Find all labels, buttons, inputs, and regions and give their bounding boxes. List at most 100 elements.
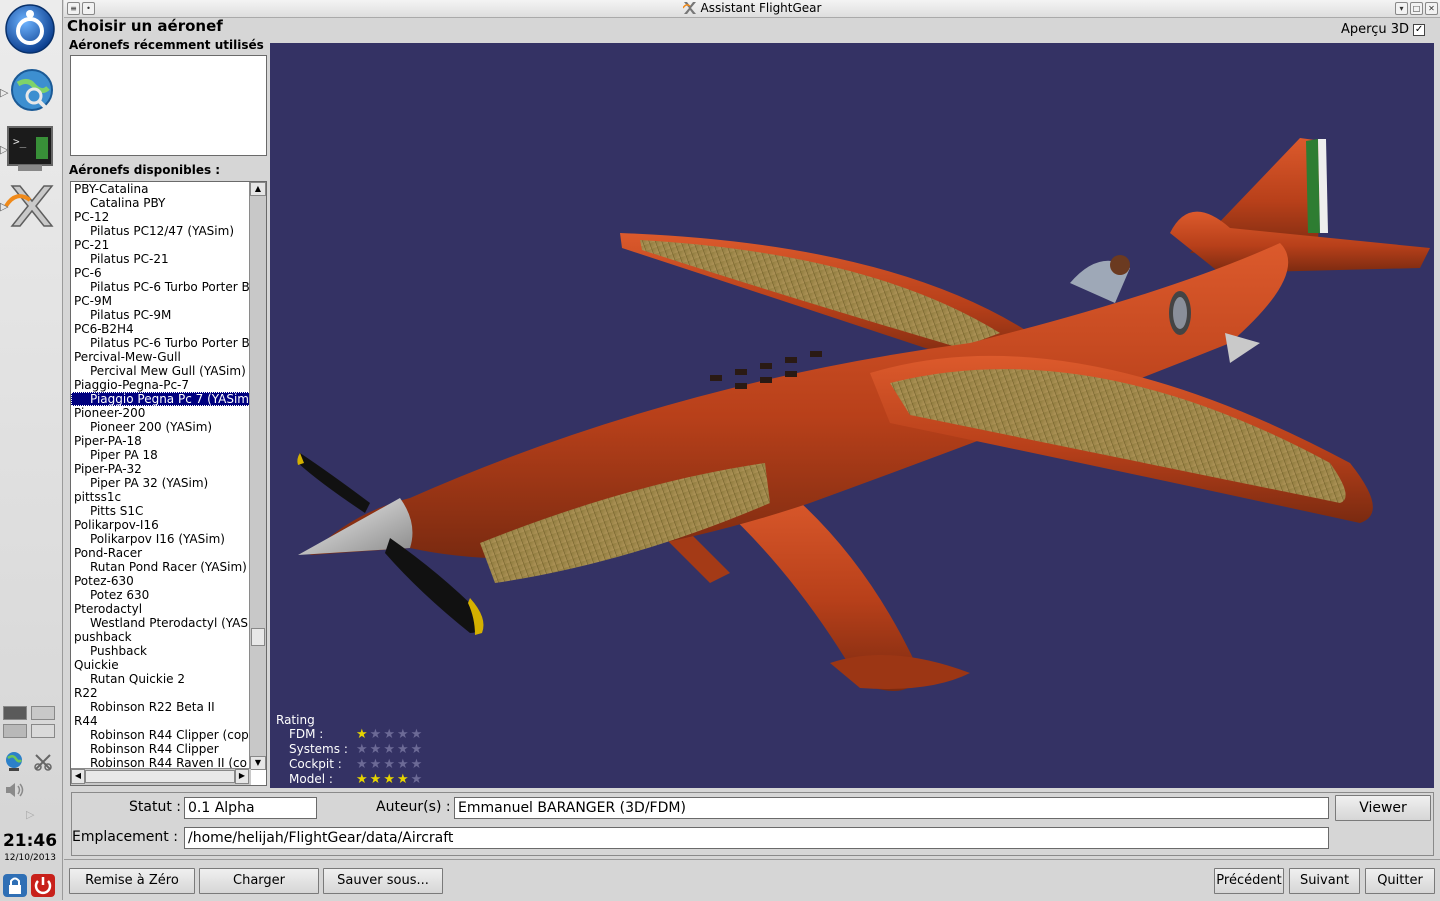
star-icon: ★ <box>396 757 411 772</box>
location-field[interactable]: /home/helijah/FlightGear/data/Aircraft <box>184 827 1329 849</box>
power-icon[interactable] <box>30 873 56 898</box>
vertical-scrollbar[interactable]: ▲ ▼ <box>249 182 266 770</box>
aircraft-group-item[interactable]: Percival-Mew-Gull <box>71 350 251 364</box>
rating-row: Cockpit : ★★★★★ <box>276 757 424 772</box>
aircraft-variant-item[interactable]: Robinson R44 Clipper (cop <box>71 728 251 742</box>
rating-stars: ★★★★★ <box>356 742 424 757</box>
available-aircraft-list[interactable]: PBY-Catalina Catalina PBY PC-12 Pilatus PC1… <box>70 181 267 786</box>
aircraft-group-item[interactable]: PC-9M <box>71 294 251 308</box>
aircraft-group-item[interactable]: R44 <box>71 714 251 728</box>
aircraft-variant-item[interactable]: Percival Mew Gull (YASim) <box>71 364 251 378</box>
dock-active-indicator-icon: ▷ <box>0 143 9 156</box>
aircraft-variant-item[interactable]: Piper PA 32 (YASim) <box>71 476 251 490</box>
aircraft-variant-item[interactable]: Rutan Quickie 2 <box>71 672 251 686</box>
aircraft-group-item[interactable]: Piper-PA-32 <box>71 462 251 476</box>
status-field[interactable]: 0.1 Alpha <box>184 797 317 819</box>
aircraft-variant-item[interactable]: Robinson R22 Beta II <box>71 700 251 714</box>
quit-button[interactable]: Quitter <box>1365 868 1435 894</box>
aircraft-group-item[interactable]: R22 <box>71 686 251 700</box>
scroll-right-icon[interactable]: ▶ <box>235 769 249 784</box>
aircraft-variant-item[interactable]: Pilatus PC-6 Turbo Porter B <box>71 280 251 294</box>
aircraft-variant-item[interactable]: Polikarpov I16 (YASim) <box>71 532 251 546</box>
aircraft-variant-item[interactable]: Potez 630 <box>71 588 251 602</box>
save-as-button[interactable]: Sauver sous... <box>323 868 443 894</box>
aircraft-tree[interactable]: PBY-Catalina Catalina PBY PC-12 Pilatus PC1… <box>71 182 251 772</box>
aircraft-group-item[interactable]: Potez-630 <box>71 574 251 588</box>
aircraft-group-item[interactable]: Quickie <box>71 658 251 672</box>
desktop-dock: ▷ >_ ▷ ▷ ▷ 21:46 12/10/2013 <box>0 0 63 900</box>
aircraft-variant-item[interactable]: Pilatus PC-9M <box>71 308 251 322</box>
star-icon: ★ <box>369 772 384 787</box>
aircraft-variant-item[interactable]: Catalina PBY <box>71 196 251 210</box>
terminal-icon[interactable]: >_ <box>4 123 56 175</box>
scroll-left-icon[interactable]: ◀ <box>71 769 85 784</box>
rating-stars: ★★★★★ <box>356 757 424 772</box>
aircraft-group-item[interactable]: PC-6 <box>71 266 251 280</box>
volume-icon[interactable] <box>4 780 28 800</box>
aircraft-group-item[interactable]: Pioneer-200 <box>71 406 251 420</box>
expand-arrow-icon[interactable]: ▷ <box>26 808 34 821</box>
workspace-1[interactable] <box>3 706 27 720</box>
aircraft-3d-preview[interactable]: Rating FDM : ★★★★★ Systems : ★★★★★ Cockpit :… <box>270 43 1434 788</box>
window-titlebar[interactable]: ≡ • Assistant FlightGear ▾ □ ✕ <box>64 0 1440 18</box>
star-icon: ★ <box>383 772 397 787</box>
preview-3d-toggle[interactable]: Aperçu 3D ✓ <box>1341 22 1426 37</box>
maximize-icon[interactable]: □ <box>1410 2 1423 15</box>
minimize-icon[interactable]: ▾ <box>1395 2 1408 15</box>
aircraft-group-item[interactable]: pushback <box>71 630 251 644</box>
workspace-3[interactable] <box>3 724 27 738</box>
page-title: Choisir un aéronef <box>67 17 223 35</box>
recent-aircraft-list[interactable] <box>70 55 267 156</box>
location-label: Emplacement : <box>72 829 178 845</box>
aircraft-group-item[interactable]: PBY-Catalina <box>71 182 251 196</box>
clock-date: 12/10/2013 <box>4 853 56 863</box>
aircraft-variant-item[interactable]: Piper PA 18 <box>71 448 251 462</box>
aircraft-variant-item[interactable]: Robinson R44 Clipper <box>71 742 251 756</box>
aircraft-variant-item[interactable]: Pilatus PC12/47 (YASim) <box>71 224 251 238</box>
close-icon[interactable]: ✕ <box>1425 2 1438 15</box>
aircraft-group-item[interactable]: Polikarpov-I16 <box>71 518 251 532</box>
aircraft-group-item[interactable]: Piaggio-Pegna-Pc-7 <box>71 378 251 392</box>
aircraft-variant-item[interactable]: Pitts S1C <box>71 504 251 518</box>
star-icon: ★ <box>410 757 425 772</box>
star-icon: ★ <box>356 772 370 787</box>
reset-button[interactable]: Remise à Zéro <box>69 868 195 894</box>
window-title-container: Assistant FlightGear <box>64 1 1440 15</box>
aircraft-variant-item[interactable]: Pioneer 200 (YASim) <box>71 420 251 434</box>
aircraft-variant-item[interactable]: Pilatus PC-21 <box>71 252 251 266</box>
app-menu-icon[interactable] <box>4 3 56 55</box>
aircraft-variant-item[interactable]: Piaggio Pegna Pc 7 (YASim <box>71 392 251 406</box>
horizontal-scrollbar[interactable]: ◀ ▶ <box>71 768 251 785</box>
flightgear-icon[interactable] <box>4 180 56 232</box>
aircraft-model-render <box>297 138 1430 691</box>
workspace-4[interactable] <box>31 724 55 738</box>
aircraft-group-item[interactable]: Pterodactyl <box>71 602 251 616</box>
scroll-up-icon[interactable]: ▲ <box>250 182 266 196</box>
aircraft-variant-item[interactable]: Pilatus PC-6 Turbo Porter B <box>71 336 251 350</box>
aircraft-variant-item[interactable]: Pushback <box>71 644 251 658</box>
aircraft-group-item[interactable]: PC-12 <box>71 210 251 224</box>
authors-field[interactable]: Emmanuel BARANGER (3D/FDM) <box>454 797 1329 819</box>
horizontal-scrollbar-thumb[interactable] <box>85 770 235 783</box>
scrollbar-thumb[interactable] <box>251 628 265 646</box>
next-button[interactable]: Suivant <box>1289 868 1360 894</box>
scroll-down-icon[interactable]: ▼ <box>250 756 266 770</box>
load-button[interactable]: Charger <box>199 868 319 894</box>
aircraft-variant-item[interactable]: Westland Pterodactyl (YAS <box>71 616 251 630</box>
previous-button[interactable]: Précédent <box>1214 868 1284 894</box>
viewer-button[interactable]: Viewer <box>1335 795 1431 821</box>
aircraft-group-item[interactable]: pittss1c <box>71 490 251 504</box>
preview-3d-checkbox[interactable]: ✓ <box>1413 23 1426 36</box>
lock-icon[interactable] <box>2 873 28 898</box>
aircraft-variant-item[interactable]: Rutan Pond Racer (YASim) <box>71 560 251 574</box>
network-icon[interactable] <box>4 751 24 771</box>
workspace-2[interactable] <box>31 706 55 720</box>
web-browser-icon[interactable] <box>4 66 56 118</box>
tools-icon[interactable] <box>33 752 53 772</box>
aircraft-group-item[interactable]: Piper-PA-18 <box>71 434 251 448</box>
aircraft-group-item[interactable]: Pond-Racer <box>71 546 251 560</box>
aircraft-group-item[interactable]: PC6-B2H4 <box>71 322 251 336</box>
star-icon: ★ <box>396 742 411 757</box>
rating-label: FDM : <box>289 727 324 741</box>
aircraft-group-item[interactable]: PC-21 <box>71 238 251 252</box>
